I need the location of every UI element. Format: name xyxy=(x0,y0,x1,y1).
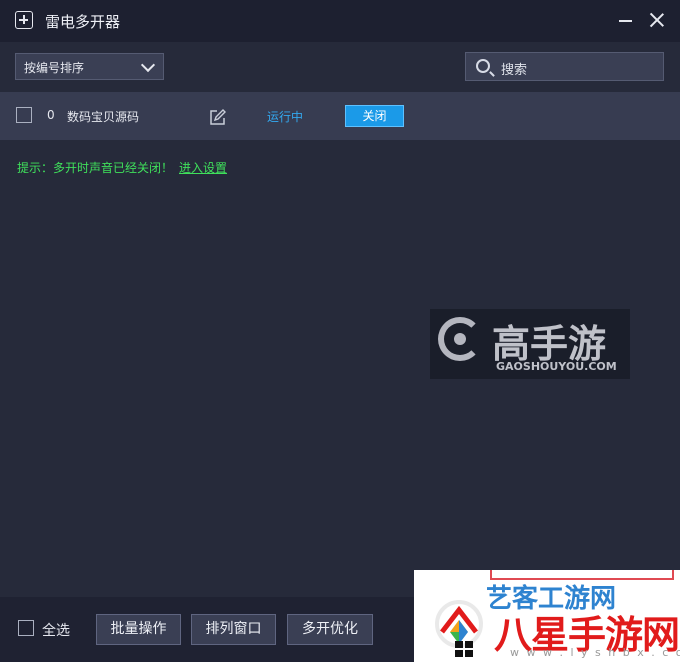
edit-icon[interactable] xyxy=(209,109,227,126)
windows-icon xyxy=(455,641,473,657)
optimize-button[interactable]: 多开优化 xyxy=(287,614,373,645)
close-window-button[interactable] xyxy=(647,10,667,30)
batch-operations-button[interactable]: 批量操作 xyxy=(96,614,181,645)
chevron-down-icon xyxy=(140,57,156,73)
close-instance-button[interactable]: 关闭 xyxy=(345,105,404,127)
tip-text: 提示：多开时声音已经关闭！ xyxy=(17,161,174,175)
overlay-logo: 艺客工游网 八星手游网 w w w . l y s h b x . c o m xyxy=(414,570,680,662)
arrange-windows-button[interactable]: 排列窗口 xyxy=(191,614,276,645)
select-all-checkbox[interactable] xyxy=(18,620,34,636)
search-input[interactable]: 搜索 xyxy=(465,52,664,81)
watermark-logo-icon xyxy=(438,317,482,361)
settings-link[interactable]: 进入设置 xyxy=(179,159,227,176)
sort-dropdown[interactable]: 按编号排序 xyxy=(15,53,164,80)
instance-checkbox[interactable] xyxy=(16,107,32,123)
instance-name: 数码宝贝源码 xyxy=(67,110,140,124)
app-title: 雷电多开器 xyxy=(45,13,121,31)
search-placeholder: 搜索 xyxy=(501,63,528,78)
watermark: 高手游 GAOSHOUYOU.COM xyxy=(430,309,630,379)
minimize-button[interactable] xyxy=(616,10,636,30)
logo-url: w w w . l y s h b x . c o m xyxy=(510,646,680,659)
sort-dropdown-value: 按编号排序 xyxy=(24,61,85,75)
select-all-label: 全选 xyxy=(42,623,70,639)
app-add-icon xyxy=(15,11,33,29)
instance-status: 运行中 xyxy=(267,110,304,124)
instance-row: 0 数码宝贝源码 运行中 xyxy=(0,92,680,140)
search-icon xyxy=(476,59,490,73)
watermark-url: GAOSHOUYOU.COM xyxy=(496,360,617,373)
title-bar: 雷电多开器 xyxy=(0,0,680,42)
instance-index: 0 xyxy=(47,108,55,122)
